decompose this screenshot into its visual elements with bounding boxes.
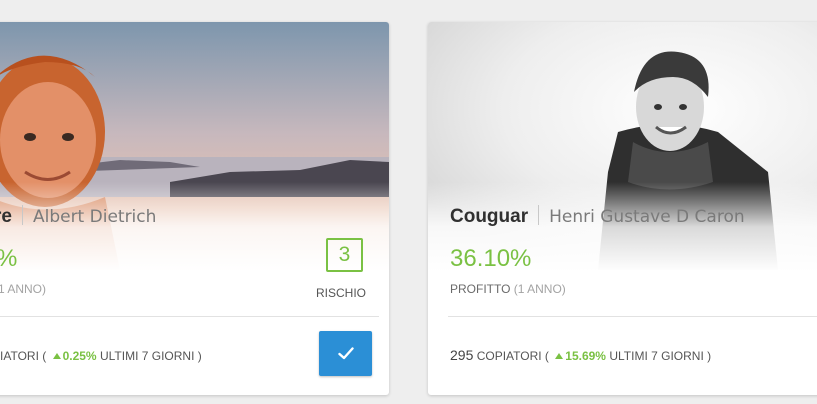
trader-name-row: Couguar Henri Gustave D Caron	[450, 205, 745, 228]
trader-card-albert-dietrich[interactable]: re Albert Dietrich % (1 ANNO) 3 RISCHIO P…	[0, 22, 389, 395]
profit-period: (1 ANNO)	[513, 282, 566, 296]
profit-label: (1 ANNO)	[0, 282, 46, 296]
trader-photo	[0, 22, 389, 270]
trader-name-row: re Albert Dietrich	[0, 205, 156, 228]
name-separator	[538, 205, 540, 225]
risk-label: RISCHIO	[316, 286, 367, 300]
trader-photo	[428, 22, 817, 270]
copiers-change-pct: 15.69%	[565, 349, 606, 363]
copy-trader-button[interactable]	[319, 331, 372, 376]
arrow-up-icon	[52, 353, 61, 359]
copiers-label: PIATORI (	[0, 349, 47, 363]
trader-card-couguar[interactable]: Couguar Henri Gustave D Caron 36.10% PROF…	[428, 22, 817, 395]
card-divider	[0, 316, 379, 317]
profit-label-text: PROFITTO	[450, 282, 511, 296]
trader-nickname[interactable]: re	[0, 206, 12, 227]
profit-label: PROFITTO (1 ANNO)	[450, 282, 566, 296]
card-divider	[448, 316, 817, 317]
copiers-label: COPIATORI (	[476, 349, 549, 363]
name-separator	[21, 205, 23, 225]
copiers-change-pct: 0.25%	[62, 349, 97, 363]
copiers-info: PIATORI ( 0.25% ULTIMI 7 GIORNI )	[0, 347, 202, 363]
trader-nickname[interactable]: Couguar	[450, 206, 528, 227]
trader-full-name: Albert Dietrich	[32, 207, 157, 227]
check-icon	[337, 347, 354, 360]
copiers-change-suffix: ULTIMI 7 GIORNI )	[609, 349, 712, 363]
arrow-up-icon	[555, 353, 564, 359]
copiers-count: 295	[450, 347, 474, 363]
copiers-change-suffix: ULTIMI 7 GIORNI )	[99, 349, 202, 363]
profit-period: (1 ANNO)	[0, 282, 47, 296]
trader-full-name: Henri Gustave D Caron	[549, 207, 745, 227]
copiers-info: 295 COPIATORI ( 15.69% ULTIMI 7 GIORNI )	[450, 347, 711, 363]
risk-score-badge: 3	[326, 238, 363, 272]
profit-value: %	[0, 245, 17, 273]
profit-value: 36.10%	[450, 245, 532, 272]
